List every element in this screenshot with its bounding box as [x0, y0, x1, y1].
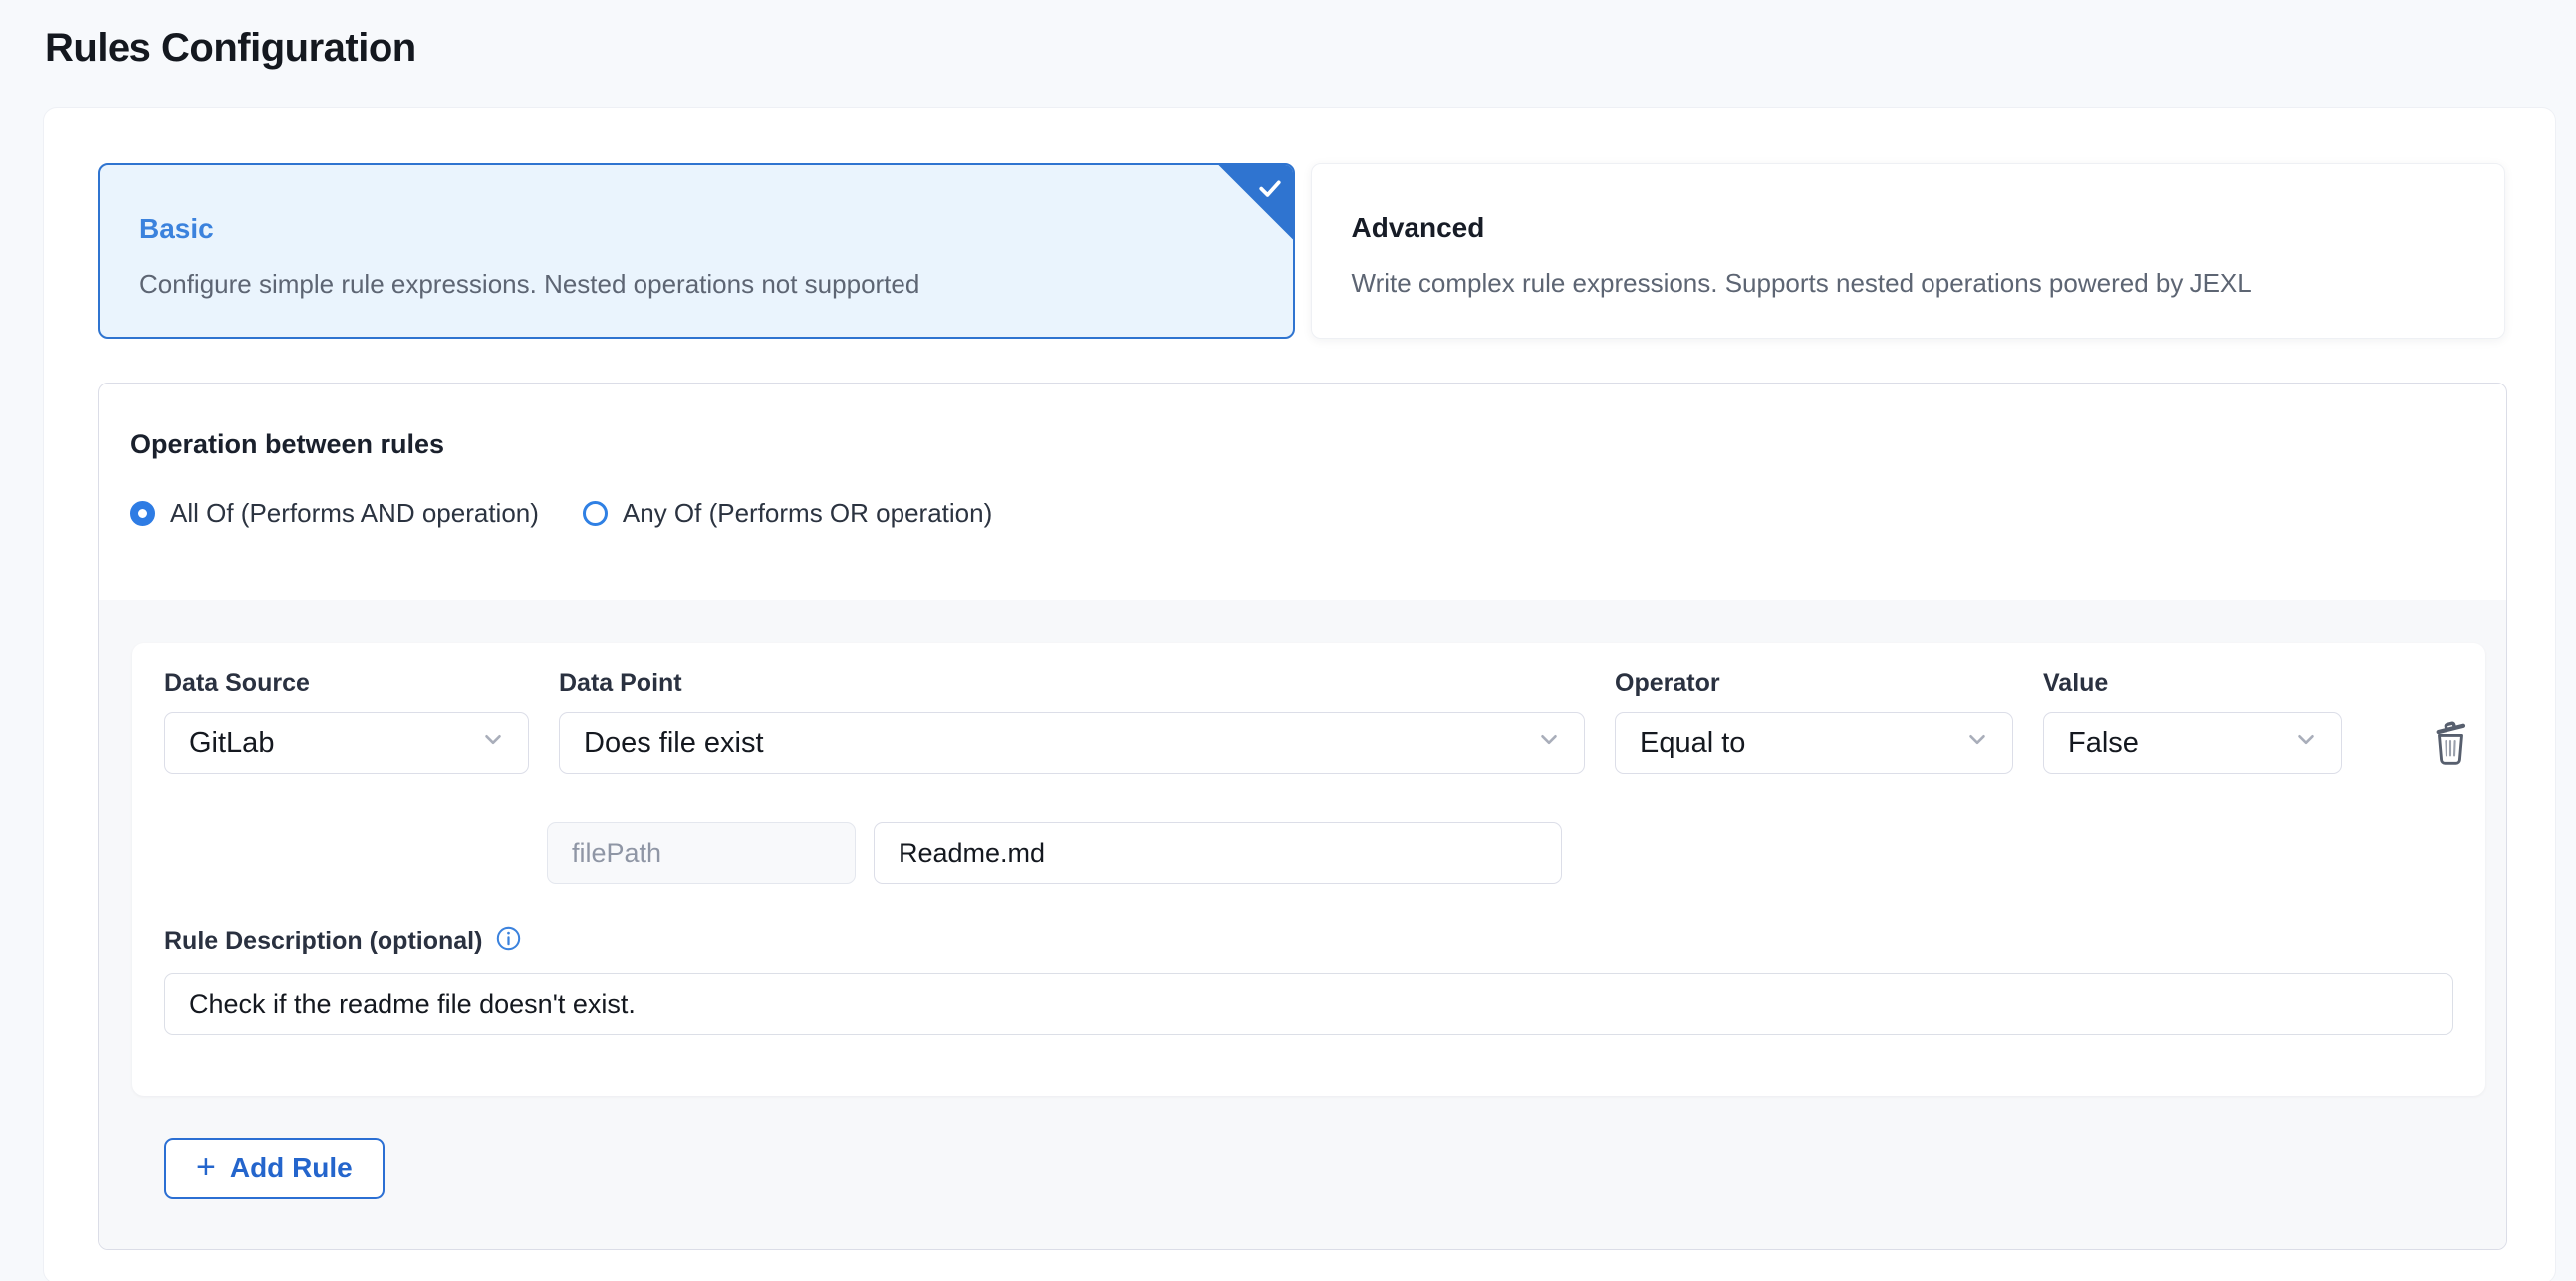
operator-label: Operator — [1615, 669, 2013, 698]
page-title: Rules Configuration — [45, 26, 2576, 71]
operator-value: Equal to — [1640, 727, 1745, 760]
data-point-label: Data Point — [559, 669, 1585, 698]
mode-advanced-title: Advanced — [1352, 212, 2465, 244]
rule-fields-row: Data Source GitLab Data Point Does file … — [164, 669, 2453, 775]
operator-select[interactable]: Equal to — [1615, 712, 2013, 774]
value-label: Value — [2043, 669, 2342, 698]
plus-icon: + — [196, 1151, 216, 1184]
mode-card-basic[interactable]: Basic Configure simple rule expressions.… — [98, 163, 1295, 339]
mode-advanced-description: Write complex rule expressions. Supports… — [1352, 268, 2465, 299]
param-value-input[interactable] — [874, 822, 1562, 884]
data-source-select[interactable]: GitLab — [164, 712, 529, 774]
value-field: Value False — [2043, 669, 2342, 775]
rules-list-section: Data Source GitLab Data Point Does file … — [99, 600, 2506, 1250]
chevron-down-icon — [2293, 726, 2319, 760]
operation-radio-group: All Of (Performs AND operation) Any Of (… — [130, 498, 2506, 529]
param-key-input[interactable] — [547, 822, 856, 884]
data-point-value: Does file exist — [584, 727, 764, 760]
operator-field: Operator Equal to — [1615, 669, 2013, 775]
mode-basic-description: Configure simple rule expressions. Neste… — [139, 269, 1253, 300]
radio-option-any-of[interactable]: Any Of (Performs OR operation) — [583, 498, 992, 529]
radio-label-all-of: All Of (Performs AND operation) — [170, 498, 539, 529]
operation-between-rules-label: Operation between rules — [130, 429, 2506, 460]
radio-option-all-of[interactable]: All Of (Performs AND operation) — [130, 498, 539, 529]
delete-rule-button[interactable] — [2428, 669, 2473, 775]
rules-configuration-panel: Basic Configure simple rule expressions.… — [43, 107, 2556, 1281]
mode-basic-title: Basic — [139, 213, 1253, 245]
data-point-params-row — [547, 822, 2453, 884]
radio-label-any-of: Any Of (Performs OR operation) — [623, 498, 992, 529]
chevron-down-icon — [1536, 726, 1562, 760]
page-header: Rules Configuration — [0, 0, 2576, 71]
rules-builder-container: Operation between rules All Of (Performs… — [98, 383, 2507, 1250]
radio-checked-icon[interactable] — [130, 501, 155, 526]
radio-unchecked-icon[interactable] — [583, 501, 608, 526]
data-source-value: GitLab — [189, 727, 274, 760]
mode-card-advanced[interactable]: Advanced Write complex rule expressions.… — [1311, 163, 2506, 339]
data-source-field: Data Source GitLab — [164, 669, 529, 775]
rule-description-label-row: Rule Description (optional) — [164, 925, 2453, 957]
trash-icon — [2428, 717, 2473, 772]
mode-selector: Basic Configure simple rule expressions.… — [98, 163, 2505, 339]
chevron-down-icon — [1964, 726, 1990, 760]
data-source-label: Data Source — [164, 669, 529, 698]
rule-description-label: Rule Description (optional) — [164, 927, 482, 956]
value-value: False — [2068, 727, 2139, 760]
data-point-select[interactable]: Does file exist — [559, 712, 1585, 774]
value-select[interactable]: False — [2043, 712, 2342, 774]
add-rule-label: Add Rule — [230, 1153, 353, 1184]
rule-card: Data Source GitLab Data Point Does file … — [132, 643, 2485, 1096]
rule-description-input[interactable] — [164, 973, 2453, 1035]
check-icon — [1255, 173, 1285, 208]
chevron-down-icon — [480, 726, 506, 760]
operation-between-rules-section: Operation between rules All Of (Performs… — [99, 384, 2506, 600]
data-point-field: Data Point Does file exist — [559, 669, 1585, 775]
add-rule-button[interactable]: + Add Rule — [164, 1138, 385, 1199]
info-icon[interactable] — [495, 925, 522, 957]
